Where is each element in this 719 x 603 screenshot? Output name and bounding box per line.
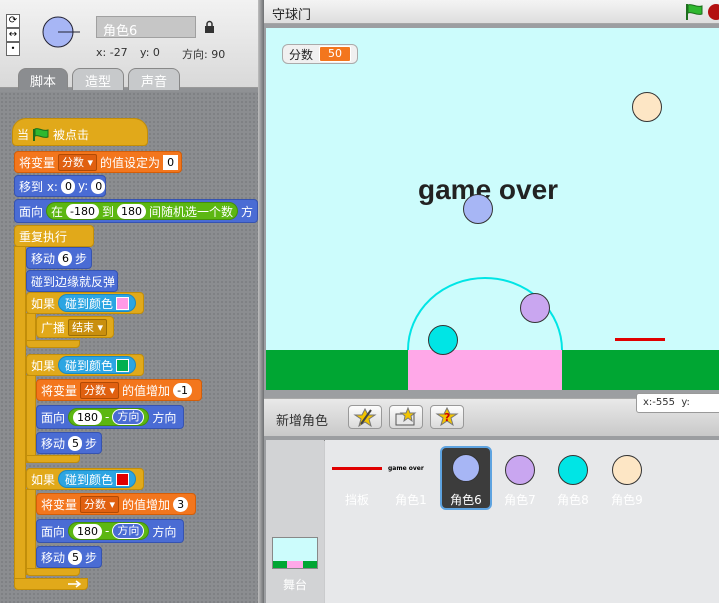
loop-arrow-icon [68,580,82,588]
sprite-label-paddle: 挡板 [344,493,369,507]
surprise-sprite-button[interactable]: ? [430,405,464,429]
go-to-xy-block[interactable]: 移到 x: 0 y: 0 [14,175,106,197]
goto-x-input[interactable]: 0 [60,178,75,194]
random-max-input[interactable]: 180 [117,203,147,219]
move-steps-input[interactable]: 6 [58,250,73,266]
tab-scripts[interactable]: 脚本 [18,68,68,90]
random-min-input[interactable]: -180 [66,203,99,219]
sprite-thumb-9[interactable] [612,455,642,485]
sprite-x-readout: x: -27 [96,46,128,59]
move-steps-input[interactable]: 5 [68,549,83,565]
sprite-y-readout: y: 0 [140,46,160,59]
if-c-arm [26,375,36,463]
if-c-bottom [26,568,80,576]
variable-dropdown[interactable]: 分数 ▾ [58,153,98,171]
when-flag-clicked-block[interactable]: 当 被点击 [12,118,148,146]
stage-title-bar: 守球门 [264,0,719,24]
sprite-thumb-paddle[interactable] [332,467,382,470]
sprite-label-6: 角色6 [450,493,482,507]
paint-new-sprite-button[interactable] [348,405,382,429]
monitor-label: 分数 [289,47,314,62]
green-flag-icon [33,127,49,141]
change-variable-block[interactable]: 将变量 分数 ▾ 的值增加 -1 [36,379,202,401]
sprite-thumb-8[interactable] [558,455,588,485]
variable-dropdown[interactable]: 分数 ▾ [80,495,120,513]
move-steps-input[interactable]: 5 [68,435,83,451]
point-in-direction-block[interactable]: 面向 在 -180 到 180 间随机选一个数 方 [14,199,258,223]
if-c-bottom [26,340,80,348]
sprite-ball-8[interactable] [428,325,458,355]
folder-star-icon [395,406,417,426]
lock-icon[interactable] [204,20,215,34]
pink-color-swatch[interactable] [116,296,130,310]
if-touching-red-block[interactable]: 如果 碰到颜色 [26,468,144,490]
goto-y-input[interactable]: 0 [91,178,106,194]
touching-color-red-sensor[interactable]: 碰到颜色 [58,470,137,488]
sprite-direction-readout: 方向: 90 [182,48,226,61]
monitor-value: 50 [319,46,352,62]
broadcast-block[interactable]: 广播 结束 ▾ [36,316,114,338]
sprite-thumb-1[interactable]: game over [388,465,424,472]
left-right-flip-button[interactable]: ↔ [6,28,20,42]
project-title: 守球门 [272,8,312,23]
score-variable-monitor[interactable]: 分数 50 [282,44,359,64]
subtract-operator[interactable]: 180 - 方向 [68,522,150,540]
point-in-direction-block[interactable]: 面向 180 - 方向 方向 [36,519,184,543]
question-star-icon: ? [435,406,459,427]
touching-color-green-sensor[interactable]: 碰到颜色 [58,356,137,374]
panel-divider[interactable] [258,0,264,603]
sprite-ball-7[interactable] [520,293,550,323]
subtract-operator[interactable]: 180 - 方向 [68,408,150,426]
sprite-label-1: 角色1 [395,493,427,507]
stage-thumbnail-label: 舞台 [282,578,307,592]
tab-sounds[interactable]: 声音 [128,68,180,90]
set-variable-block[interactable]: 将变量 分数 ▾ 的值设定为 0 [14,151,182,173]
sprite-ball-6[interactable] [463,194,493,224]
stage-canvas[interactable]: 分数 50 game over [266,28,719,390]
mouse-coordinates-readout: x:-555 y: [636,393,719,413]
change-variable-block[interactable]: 将变量 分数 ▾ 的值增加 3 [36,493,196,515]
paint-star-icon [353,407,377,428]
direction-reporter[interactable]: 方向 [112,409,145,425]
if-c-arm [26,489,36,575]
pick-random-operator[interactable]: 在 -180 到 180 间随机选一个数 [46,202,239,220]
operand-input[interactable]: 180 [73,409,103,425]
no-rotate-button[interactable]: • [6,42,20,56]
change-value-input[interactable]: 3 [173,496,189,512]
move-steps-block[interactable]: 移动 5 步 [36,432,102,454]
stop-button[interactable] [708,4,719,20]
if-c-bottom [26,455,80,463]
tab-costumes[interactable]: 造型 [72,68,124,90]
current-sprite-thumbnail [42,16,80,48]
if-touching-green-block[interactable]: 如果 碰到颜色 [26,354,144,376]
operand-input[interactable]: 180 [73,523,103,539]
sprite-thumb-7[interactable] [505,455,535,485]
red-color-swatch[interactable] [116,472,130,486]
bounce-on-edge-block[interactable]: 碰到边缘就反弹 [26,270,118,292]
point-in-direction-block[interactable]: 面向 180 - 方向 方向 [36,405,184,429]
green-color-swatch[interactable] [116,358,130,372]
sprite-label-9: 角色9 [611,493,643,507]
stage-thumbnail[interactable] [272,537,318,569]
sprite-ball-9[interactable] [632,92,662,122]
move-steps-block[interactable]: 移动 5 步 [36,546,102,568]
svg-text:?: ? [444,411,450,424]
forever-block[interactable]: 重复执行 [14,225,94,247]
choose-sprite-from-file-button[interactable] [389,405,423,429]
if-touching-pink-block[interactable]: 如果 碰到颜色 [26,292,144,314]
green-flag-button-icon[interactable] [684,3,704,21]
broadcast-message-dropdown[interactable]: 结束 ▾ [68,318,108,336]
new-sprite-label: 新增角色 [276,414,329,429]
set-value-input[interactable]: 0 [163,154,179,170]
sprite-label-8: 角色8 [557,493,589,507]
variable-dropdown[interactable]: 分数 ▾ [80,381,120,399]
touching-color-pink-sensor[interactable]: 碰到颜色 [58,294,137,312]
forever-c-arm [14,246,26,586]
rotate-all-around-button[interactable]: ⟳ [6,14,20,28]
move-steps-block[interactable]: 移动 6 步 [26,247,92,269]
sprite-label-7: 角色7 [504,493,536,507]
change-value-input[interactable]: -1 [173,382,193,398]
direction-reporter[interactable]: 方向 [112,523,145,539]
sprite-name-input[interactable]: 角色6 [96,16,196,39]
